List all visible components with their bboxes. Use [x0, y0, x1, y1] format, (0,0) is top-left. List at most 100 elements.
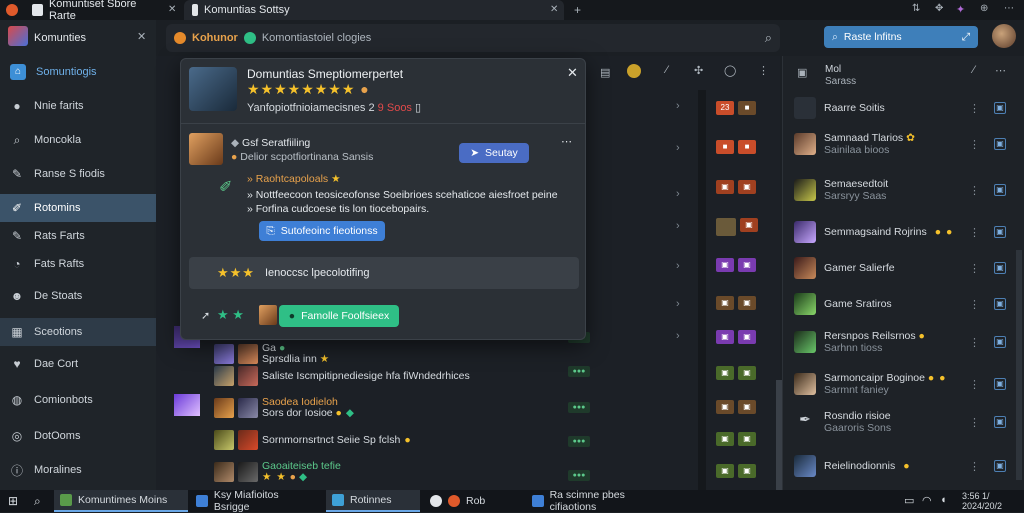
list-item[interactable]: Gamer Salierfe ⋮ ▣	[782, 250, 1024, 286]
category-badge[interactable]: ▣	[738, 330, 756, 344]
sidebar-item-rats-farts[interactable]: ✎ Rats Farts	[0, 222, 156, 250]
more-icon[interactable]: ⋯	[995, 64, 1006, 77]
category-badge[interactable]: 23	[716, 101, 734, 115]
chevron-right-icon[interactable]: ›	[676, 298, 680, 310]
list-item[interactable]: Game Sratiros ⋮ ▣	[782, 286, 1024, 322]
close-icon[interactable]: ✕	[567, 65, 578, 81]
category-badge[interactable]: ▣	[716, 432, 734, 446]
row-badge[interactable]: ▣	[994, 378, 1006, 390]
category-badge[interactable]: ■	[716, 140, 734, 154]
taskbar-item-ksy[interactable]: Ksy Miafioitos Bsrigge	[190, 489, 322, 513]
panel-layout-icon[interactable]: ▣	[797, 66, 807, 79]
list-item[interactable]: Saodea Iodieloh Sors dor Iosioe ● ◆	[214, 394, 354, 422]
category-badge[interactable]: ▣	[716, 400, 734, 414]
more-icon[interactable]: ⋮	[758, 64, 769, 77]
row-badge[interactable]: ▣	[994, 336, 1006, 348]
list-item[interactable]: ✒ Rosndio risioe Gaaroris Sons ⋮ ▣	[782, 404, 1024, 440]
chevron-right-icon[interactable]: ›	[676, 330, 680, 342]
search-icon[interactable]: ⌕	[34, 494, 41, 509]
puzzle-icon[interactable]: ✣	[694, 64, 703, 77]
row-badge[interactable]: ▣	[994, 460, 1006, 472]
sidebar-item-comionbots[interactable]: ◍ Comionbots	[0, 386, 156, 414]
more-icon[interactable]: ⋮	[969, 378, 980, 391]
row-badge[interactable]: ▣	[994, 102, 1006, 114]
sidebar-item-somuntiogis[interactable]: ⌂ Somuntiogis	[0, 58, 156, 86]
more-icon[interactable]: ⋮	[969, 298, 980, 311]
brush-icon[interactable]: ⁄	[666, 64, 668, 76]
row-badge[interactable]: ▣	[994, 138, 1006, 150]
address-bar[interactable]: Kohunor Komontiastoiel clogies ⌕	[166, 24, 780, 52]
clock[interactable]: 3:56 1/ 2024/20/2	[962, 491, 1002, 511]
item-thumbnail[interactable]	[174, 394, 200, 416]
avatar[interactable]	[992, 24, 1016, 48]
category-badge[interactable]: ▣	[738, 464, 756, 478]
search-icon[interactable]: ⌕	[765, 30, 772, 46]
right-scrollbar[interactable]	[1016, 250, 1022, 480]
list-item[interactable]: Sornmornsrtnct Seiie Sp fclsh ●	[214, 426, 412, 454]
chat-icon[interactable]: ◯	[724, 64, 736, 77]
rating-bar[interactable]: ★★★ Ienoccsc lpecolotifing	[189, 257, 579, 289]
search-button[interactable]: ⌕ Raste lnfitns ⤢	[824, 26, 978, 48]
category-badge[interactable]: ▣	[738, 258, 756, 272]
category-badge[interactable]: ▣	[716, 464, 734, 478]
minimize-icon[interactable]: ⊕	[980, 3, 988, 14]
sidebar-item-dae-cort[interactable]: ♥ Dae Cort	[0, 350, 156, 378]
category-badge[interactable]: ▣	[740, 218, 758, 232]
list-item[interactable]: Semmagsaind Rojrins ● ● ⋮ ▣	[782, 214, 1024, 250]
more-icon[interactable]: ⋮	[969, 262, 980, 275]
chevron-right-icon[interactable]: ›	[676, 260, 680, 272]
category-badge[interactable]: ▣	[716, 258, 734, 272]
sidebar-item-sceotions[interactable]: ▦ Sceotions	[0, 318, 156, 346]
chevron-right-icon[interactable]: ›	[676, 100, 680, 112]
list-item[interactable]: Rersnpos Reilsrnos ● Sarhnn tioss ⋮ ▣	[782, 324, 1024, 360]
close-tab-icon[interactable]: ✕	[168, 4, 176, 15]
list-item[interactable]: Samnaad Tlarios ✿ Sainilaa bioos ⋮ ▣	[782, 126, 1024, 162]
row-badge[interactable]: ▣	[994, 226, 1006, 238]
category-badge[interactable]: ▣	[716, 180, 734, 194]
more-icon[interactable]: ⋮	[969, 336, 980, 349]
list-item[interactable]: Reielinodionnis ● ⋮ ▣	[782, 448, 1024, 484]
sidebar-item-ranse-s-fiodis[interactable]: ✎ Ranse S fiodis	[0, 160, 156, 188]
list-item[interactable]: Raarre Soitis ⋮ ▣	[782, 90, 1024, 126]
taskbar-item-rotinnes[interactable]: Rotinnes	[326, 490, 420, 512]
category-badge[interactable]: ▣	[738, 400, 756, 414]
chevron-right-icon[interactable]: ›	[676, 188, 680, 200]
sync-icon[interactable]: ⇅	[912, 3, 920, 14]
edit-icon[interactable]: ⁄	[973, 64, 975, 76]
wifi-icon[interactable]: ◠	[922, 494, 932, 507]
row-badge[interactable]: ▣	[994, 262, 1006, 274]
footer-action-button[interactable]: ● Famolle Foolfsieex	[279, 305, 399, 327]
row-badge[interactable]: ▣	[994, 416, 1006, 428]
start-icon[interactable]: ⊞	[8, 494, 18, 508]
more-icon[interactable]: ⋮	[969, 138, 980, 151]
menu-icon[interactable]: ⋯	[1004, 3, 1014, 14]
new-tab-icon[interactable]: +	[574, 3, 581, 17]
category-badge[interactable]	[716, 218, 736, 236]
list-item[interactable]: Sarmoncaipr Boginoe ● ● Sarmnt faniey ⋮ …	[782, 366, 1024, 402]
sidebar-item-moncokla[interactable]: ⌕ Moncokla	[0, 126, 156, 154]
category-badge[interactable]: ■	[738, 140, 756, 154]
list-item[interactable]: Semaesedtoit Sarsryy Saas ⋮ ▣	[782, 172, 1024, 208]
category-badge[interactable]: ▣	[716, 296, 734, 310]
taskbar-item-komuntimes[interactable]: Komuntimes Moins	[54, 490, 188, 512]
close-tab-icon[interactable]: ✕	[550, 4, 558, 15]
category-badge[interactable]: ▣	[738, 180, 756, 194]
category-badge[interactable]: ▣	[738, 366, 756, 380]
note-icon[interactable]: ▤	[600, 66, 610, 79]
more-icon[interactable]: ⋮	[969, 416, 980, 429]
sidebar-item-de-stoats[interactable]: ☻ De Stoats	[0, 282, 156, 310]
taskbar-item-ra[interactable]: Ra scimne pbes cifiaotions	[526, 489, 676, 513]
more-icon[interactable]: ⋮	[969, 460, 980, 473]
more-icon[interactable]: ⋮	[969, 226, 980, 239]
chevron-right-icon[interactable]: ›	[676, 220, 680, 232]
sidebar-item-dotooms[interactable]: ◎ DotOoms	[0, 422, 156, 450]
coin-icon[interactable]	[627, 64, 641, 78]
more-icon[interactable]: ⋮	[969, 102, 980, 115]
chevron-right-icon[interactable]: ›	[676, 142, 680, 154]
profile-icon[interactable]: ✦	[956, 3, 965, 16]
primary-action-button[interactable]: ⎘ Sutofeoinc fieotionss	[259, 221, 385, 241]
card-action-button[interactable]: ➤ Seutay	[459, 143, 529, 163]
extensions-icon[interactable]: ✥	[935, 3, 943, 14]
tab-komuntias-sottsy[interactable]: Komuntias Sottsy	[184, 0, 564, 20]
category-badge[interactable]: ▣	[738, 432, 756, 446]
